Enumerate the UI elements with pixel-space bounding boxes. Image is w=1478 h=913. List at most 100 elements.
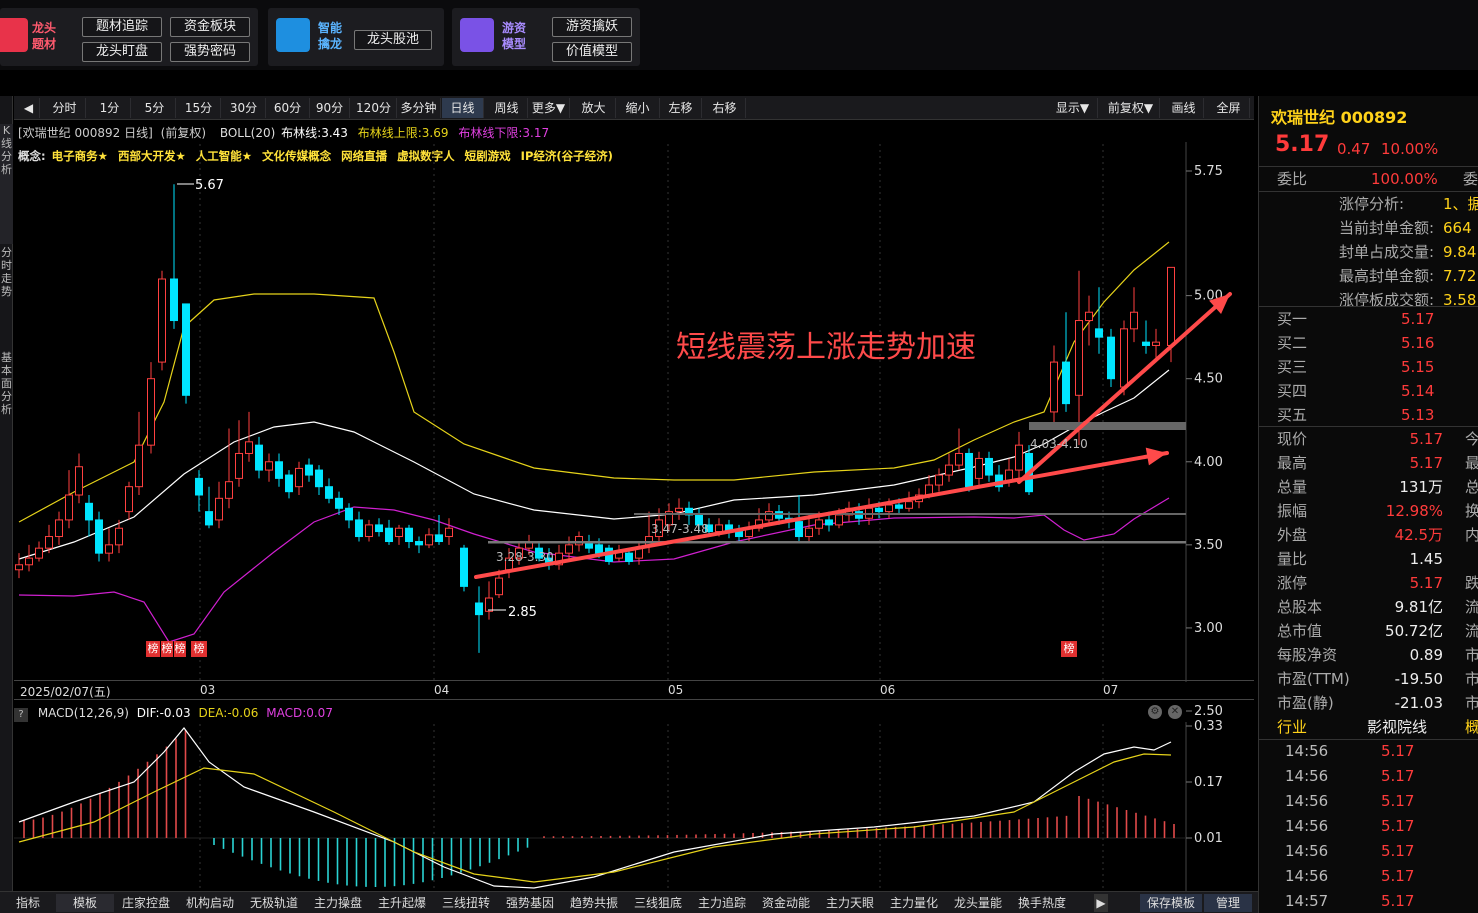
collapse-left-icon[interactable]: ◀ xyxy=(18,98,40,118)
template-tab[interactable]: 主升起爆 xyxy=(370,894,434,912)
tab-fenshi[interactable]: 分时 xyxy=(44,98,86,118)
kline-chart[interactable]: 5.755.004.504.003.503.002.500.330.170.01 xyxy=(14,122,1254,892)
zoom-in-button[interactable]: 放大 xyxy=(572,98,616,118)
boll-lines xyxy=(18,241,1170,643)
jiazhi-moxing-button[interactable]: 价值模型 xyxy=(552,42,632,62)
settings-gear-icon[interactable]: ⚙ xyxy=(1148,705,1162,719)
tick-time: 14:56 xyxy=(1285,742,1329,760)
tab-5min[interactable]: 5分 xyxy=(134,98,176,118)
template-tab[interactable]: 主力量化 xyxy=(882,894,946,912)
y-tick-label: 3.00 xyxy=(1194,621,1223,636)
longtou-guchi-button[interactable]: 龙头股池 xyxy=(354,30,432,50)
tab-15min[interactable]: 15分 xyxy=(177,98,221,118)
bid-row[interactable]: 买二 5.16 xyxy=(1259,331,1478,355)
weibi-row: 委比 100.00% 委 xyxy=(1259,167,1478,191)
display-dropdown[interactable]: 显示▼ xyxy=(1048,98,1098,118)
tick-price: 5.17 xyxy=(1381,817,1415,835)
y-tick-label: 5.75 xyxy=(1194,164,1223,179)
candle-body xyxy=(275,461,283,479)
last-price: 5.17 xyxy=(1275,132,1330,157)
stat-row: 市盈(静) -21.03 市 xyxy=(1259,691,1478,715)
zoom-out-button[interactable]: 缩小 xyxy=(616,98,660,118)
template-tab[interactable]: 换手热度 xyxy=(1010,894,1074,912)
template-tab[interactable]: 主力追踪 xyxy=(690,894,754,912)
candle-body xyxy=(345,507,353,521)
scroll-right-icon[interactable]: ▶ xyxy=(1094,894,1108,912)
save-template-button[interactable]: 保存模板 xyxy=(1140,894,1202,912)
tick-time: 14:56 xyxy=(1285,842,1329,860)
template-tab[interactable]: 三线扭转 xyxy=(434,894,498,912)
resistance-range-label: 4.03-4.10 xyxy=(1030,437,1088,451)
template-tab[interactable]: 无极轨道 xyxy=(242,894,306,912)
bang-badge[interactable]: 榜 xyxy=(1061,641,1077,657)
candle-body xyxy=(1130,311,1138,330)
bang-badge[interactable]: 榜 xyxy=(161,641,173,657)
candle-body xyxy=(415,541,423,546)
macd-name: MACD(12,26,9) xyxy=(37,706,129,720)
candle-body xyxy=(15,564,23,571)
tab-multi-min[interactable]: 多分钟 xyxy=(397,98,441,118)
template-tab[interactable]: 模板 xyxy=(56,894,114,912)
bang-badge[interactable]: 榜 xyxy=(174,641,186,657)
tab-30min[interactable]: 30分 xyxy=(222,98,266,118)
stat-label: 外盘 xyxy=(1277,526,1308,544)
zijin-bankuai-button[interactable]: 资金板块 xyxy=(170,17,250,37)
template-tab[interactable]: 庄家控盘 xyxy=(114,894,178,912)
template-tab[interactable]: 趋势共振 xyxy=(562,894,626,912)
bid-row[interactable]: 买五 5.13 xyxy=(1259,403,1478,427)
qiangshi-mima-button[interactable]: 强势密码 xyxy=(170,42,250,62)
stat-value: 42.5万 xyxy=(1394,526,1443,544)
stat-value: 9.81亿 xyxy=(1394,598,1443,616)
tab-1min[interactable]: 1分 xyxy=(89,98,131,118)
bid-row[interactable]: 买三 5.15 xyxy=(1259,355,1478,379)
bang-badge[interactable]: 榜 xyxy=(146,641,160,657)
template-tab[interactable]: 龙头量能 xyxy=(946,894,1010,912)
template-tab[interactable]: 强势基因 xyxy=(498,894,562,912)
longtou-dingpan-button[interactable]: 龙头盯盘 xyxy=(82,42,162,62)
industry-value[interactable]: 影视院线 xyxy=(1367,715,1427,739)
candle-body xyxy=(1120,328,1128,388)
stock-name-code: 欢瑞世纪 000892 xyxy=(1271,108,1408,127)
ticai-zhuizong-button[interactable]: 题材追踪 xyxy=(82,17,162,37)
tab-daily[interactable]: 日线 xyxy=(442,98,484,118)
candle-body xyxy=(245,441,253,454)
template-tab[interactable]: 资金动能 xyxy=(754,894,818,912)
fuquan-dropdown[interactable]: 前复权▼ xyxy=(1102,98,1160,118)
template-tab[interactable]: 主力天眼 xyxy=(818,894,882,912)
candle-body xyxy=(625,552,633,562)
bid-row[interactable]: 买一 5.17 xyxy=(1259,307,1478,331)
sidebar-tab-fenshi[interactable]: 分时走势 xyxy=(0,246,13,346)
close-icon[interactable]: ✕ xyxy=(1168,705,1182,719)
tick-row: 14:56 5.17 xyxy=(1259,789,1478,814)
template-tab[interactable]: 三线狙底 xyxy=(626,894,690,912)
youzi-qinyao-button[interactable]: 游资擒妖 xyxy=(552,17,632,37)
candle-body xyxy=(135,444,143,488)
candle-body xyxy=(205,511,213,526)
tab-60min[interactable]: 60分 xyxy=(266,98,310,118)
candle-body xyxy=(1050,361,1058,413)
bang-badge[interactable]: 榜 xyxy=(191,641,207,657)
template-tab[interactable]: 机构启动 xyxy=(178,894,242,912)
draw-line-button[interactable]: 画线 xyxy=(1164,98,1204,118)
chart-grid: 5.755.004.504.003.503.002.500.330.170.01 xyxy=(199,142,1223,892)
move-left-button[interactable]: 左移 xyxy=(660,98,702,118)
move-right-button[interactable]: 右移 xyxy=(704,98,746,118)
tab-more[interactable]: 更多▼ xyxy=(528,98,570,118)
tick-price: 5.17 xyxy=(1381,867,1415,885)
tab-120min[interactable]: 120分 xyxy=(351,98,397,118)
tab-weekly[interactable]: 周线 xyxy=(486,98,528,118)
bid-row[interactable]: 买四 5.14 xyxy=(1259,379,1478,403)
template-tab[interactable]: 指标 xyxy=(0,894,56,912)
candle-body xyxy=(495,577,503,596)
candle-body xyxy=(675,507,683,513)
sidebar-tab-jibenmian[interactable]: 基本面分析 xyxy=(0,351,13,471)
sidebar-tab-kline[interactable]: K线分析 xyxy=(0,124,13,244)
template-tab[interactable]: 主力操盘 xyxy=(306,894,370,912)
tab-90min[interactable]: 90分 xyxy=(310,98,350,118)
fullscreen-button[interactable]: 全屏 xyxy=(1208,98,1250,118)
manage-button[interactable]: 管理 xyxy=(1204,894,1252,912)
help-icon[interactable]: ? xyxy=(14,708,28,722)
macd-dea: DEA:-0.06 xyxy=(198,706,259,720)
candle-body xyxy=(1075,320,1083,396)
